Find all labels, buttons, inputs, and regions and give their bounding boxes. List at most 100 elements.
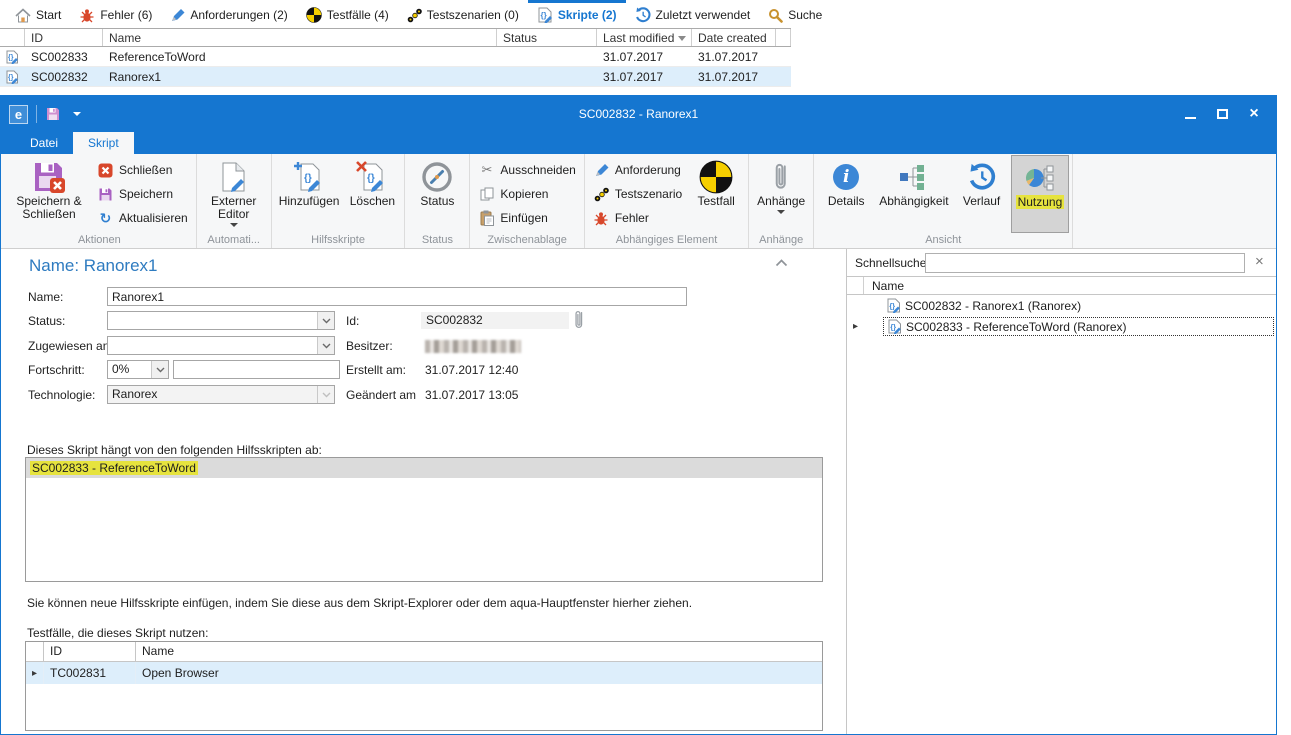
drag-hint-text: Sie können neue Hilfsskripte einfügen, i…	[27, 596, 692, 610]
technology-value: Ranorex	[108, 386, 317, 403]
delete-helper-script-button[interactable]: {} Löschen	[343, 155, 401, 233]
button-label: Externer Editor	[204, 195, 264, 221]
column-header-name[interactable]: Name	[864, 277, 912, 294]
scenario-icon	[407, 8, 422, 23]
close-script-button[interactable]: Schließen	[94, 160, 191, 180]
maximize-button[interactable]	[1206, 96, 1238, 132]
nav-item-suche[interactable]: Suche	[759, 0, 831, 27]
table-row[interactable]: ▸ TC002831 Open Browser	[26, 662, 822, 684]
scissors-icon: ✂	[478, 162, 495, 178]
collapse-section-button[interactable]	[775, 259, 788, 267]
ribbon-group-label: Zwischenablage	[473, 233, 580, 248]
table-row[interactable]: {} SC002832 Ranorex1 31.07.2017 31.07.20…	[0, 67, 791, 87]
testcase-icon	[306, 7, 322, 23]
column-header-label: Last modified	[603, 31, 674, 45]
testfall-button[interactable]: Testfall	[687, 155, 745, 233]
add-helper-script-button[interactable]: {} Hinzufügen	[275, 155, 344, 233]
save-and-close-button[interactable]: Speichern & Schließen	[6, 155, 92, 233]
ribbon-group-label: Automati...	[200, 233, 268, 248]
qat-dropdown-icon[interactable]	[73, 112, 81, 116]
nav-item-testszenarien[interactable]: Testszenarien (0)	[398, 0, 528, 27]
column-header-date-created[interactable]: Date created	[692, 29, 776, 46]
window-title: SC002832 - Ranorex1	[1, 107, 1276, 121]
tree-row[interactable]: ▸ {} SC002833 - ReferenceToWord (Ranorex…	[847, 316, 1276, 337]
copy-button[interactable]: Kopieren	[475, 184, 578, 204]
list-item[interactable]: SC002833 - ReferenceToWord	[26, 458, 822, 478]
column-header-name[interactable]: Name	[136, 642, 822, 661]
column-header-status[interactable]: Status	[497, 29, 597, 46]
minimize-button[interactable]	[1174, 96, 1206, 132]
window-titlebar[interactable]: e SC002832 - Ranorex1 ×	[1, 96, 1276, 132]
column-header-last-modified[interactable]: Last modified	[597, 29, 692, 46]
nav-item-start[interactable]: Start	[6, 0, 70, 27]
id-value: SC002832	[421, 312, 569, 329]
progress-select[interactable]: 0%	[107, 360, 169, 379]
script-icon: {}	[887, 319, 902, 334]
svg-text:{}: {}	[8, 74, 14, 81]
testcase-icon	[699, 159, 733, 195]
nav-item-label: Start	[36, 8, 61, 22]
assigned-value	[108, 337, 317, 354]
nav-item-zuletzt-verwendet[interactable]: Zuletzt verwendet	[626, 0, 760, 27]
details-button[interactable]: i Details	[817, 155, 875, 233]
svg-text:{}: {}	[890, 323, 896, 332]
progress-field[interactable]	[173, 360, 340, 379]
nav-item-skripte[interactable]: {} Skripte (2)	[528, 0, 626, 27]
ribbon-group-ansicht: i Details Abhängigkeit Verlauf Nutzung A…	[814, 154, 1073, 248]
refresh-button[interactable]: ↻ Aktualisieren	[94, 208, 191, 228]
history-icon	[635, 7, 651, 23]
ribbon-group-aktionen: Speichern & Schließen Schließen Speicher…	[3, 154, 197, 248]
usage-table: ID Name ▸ TC002831 Open Browser	[25, 641, 823, 731]
svg-text:{}: {}	[8, 54, 14, 61]
tab-datei[interactable]: Datei	[15, 132, 73, 154]
button-label: Status	[420, 195, 454, 208]
close-button[interactable]: ×	[1238, 96, 1270, 132]
name-field[interactable]	[107, 287, 687, 306]
assigned-select[interactable]	[107, 336, 335, 355]
separator	[36, 105, 37, 123]
table-row[interactable]: {} SC002833 ReferenceToWord 31.07.2017 3…	[0, 47, 791, 67]
button-label: Testfall	[698, 195, 735, 208]
icon-column-header[interactable]	[0, 29, 25, 46]
column-header-id[interactable]: ID	[25, 29, 103, 46]
column-header-name[interactable]: Name	[103, 29, 497, 46]
id-paperclip-icon[interactable]	[573, 309, 585, 331]
abhaengigkeit-button[interactable]: Abhängigkeit	[875, 155, 952, 233]
verlauf-button[interactable]: Verlauf	[953, 155, 1011, 233]
nav-item-fehler[interactable]: Fehler (6)	[70, 0, 161, 27]
anhaenge-button[interactable]: Anhänge	[752, 155, 810, 233]
tree-row[interactable]: {} SC002832 - Ranorex1 (Ranorex)	[847, 295, 1276, 316]
external-editor-button[interactable]: Externer Editor	[200, 155, 268, 233]
testszenario-button[interactable]: Testszenario	[590, 184, 685, 204]
row-id: TC002831	[44, 662, 136, 684]
maximize-icon	[1217, 109, 1228, 119]
button-label: Löschen	[350, 195, 395, 208]
paste-button[interactable]: Einfügen	[475, 208, 578, 228]
nav-item-testfaelle[interactable]: Testfälle (4)	[297, 0, 398, 27]
row-name: ReferenceToWord	[103, 50, 497, 64]
anforderung-button[interactable]: Anforderung	[590, 160, 685, 180]
quick-save-icon[interactable]	[45, 106, 61, 122]
clear-search-icon[interactable]: ×	[1255, 254, 1264, 269]
chevron-down-icon	[317, 337, 334, 354]
quick-search-input[interactable]	[925, 253, 1245, 273]
button-label: Details	[828, 195, 865, 208]
highlighted-label: Nutzung	[1016, 195, 1065, 209]
nav-item-anforderungen[interactable]: Anforderungen (2)	[161, 0, 296, 27]
window-controls: ×	[1174, 96, 1270, 132]
tab-skript[interactable]: Skript	[73, 132, 134, 154]
script-icon: {}	[537, 7, 553, 23]
ribbon-group-label: Anhänge	[752, 233, 810, 248]
row-last-modified: 31.07.2017	[597, 70, 692, 84]
button-label: Aktualisieren	[119, 211, 188, 225]
dropdown-icon	[230, 223, 238, 227]
nutzung-button[interactable]: Nutzung	[1011, 155, 1070, 233]
save-button[interactable]: Speichern	[94, 184, 191, 204]
cut-button[interactable]: ✂ Ausschneiden	[475, 160, 578, 180]
status-select[interactable]	[107, 311, 335, 330]
ribbon-group-label: Abhängiges Element	[588, 233, 745, 248]
column-header-id[interactable]: ID	[44, 642, 136, 661]
fehler-button[interactable]: Fehler	[590, 208, 685, 228]
scripts-grid: ID Name Status Last modified Date create…	[0, 28, 791, 87]
status-button[interactable]: Status	[408, 155, 466, 233]
